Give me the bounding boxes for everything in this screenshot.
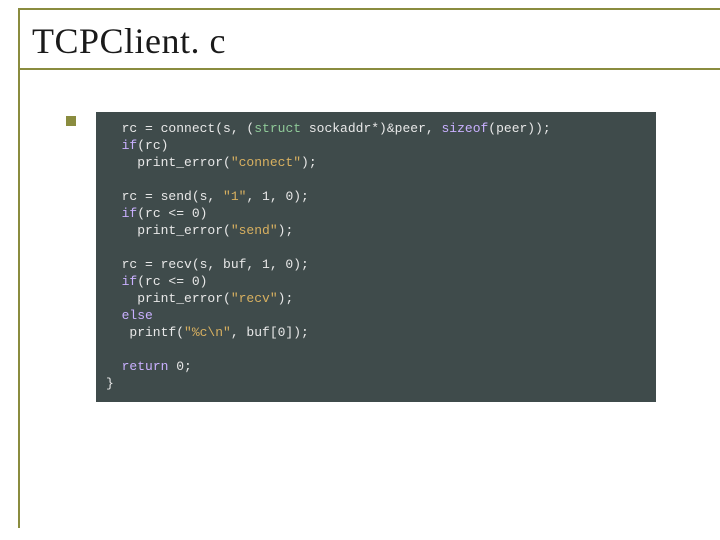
- code-line: if(rc): [106, 137, 646, 154]
- code-line: }: [106, 375, 646, 392]
- code-line: rc = send(s, "1", 1, 0);: [106, 188, 646, 205]
- code-line: rc = recv(s, buf, 1, 0);: [106, 256, 646, 273]
- code-line: else: [106, 307, 646, 324]
- code-line: print_error("recv");: [106, 290, 646, 307]
- blank-line: [106, 171, 646, 188]
- code-line: rc = connect(s, (struct sockaddr*)&peer,…: [106, 120, 646, 137]
- code-line: if(rc <= 0): [106, 205, 646, 222]
- slide-frame: TCPClient. c rc = connect(s, (struct soc…: [18, 0, 720, 528]
- bullet-icon: [66, 116, 76, 126]
- code-line: printf("%c\n", buf[0]);: [106, 324, 646, 341]
- rule-under-title: [18, 68, 720, 70]
- code-line: return 0;: [106, 358, 646, 375]
- code-line: print_error("connect");: [106, 154, 646, 171]
- code-line: if(rc <= 0): [106, 273, 646, 290]
- code-block: rc = connect(s, (struct sockaddr*)&peer,…: [96, 112, 656, 402]
- code-line: print_error("send");: [106, 222, 646, 239]
- blank-line: [106, 341, 646, 358]
- page-title: TCPClient. c: [18, 10, 720, 68]
- rule-left: [18, 8, 20, 528]
- blank-line: [106, 239, 646, 256]
